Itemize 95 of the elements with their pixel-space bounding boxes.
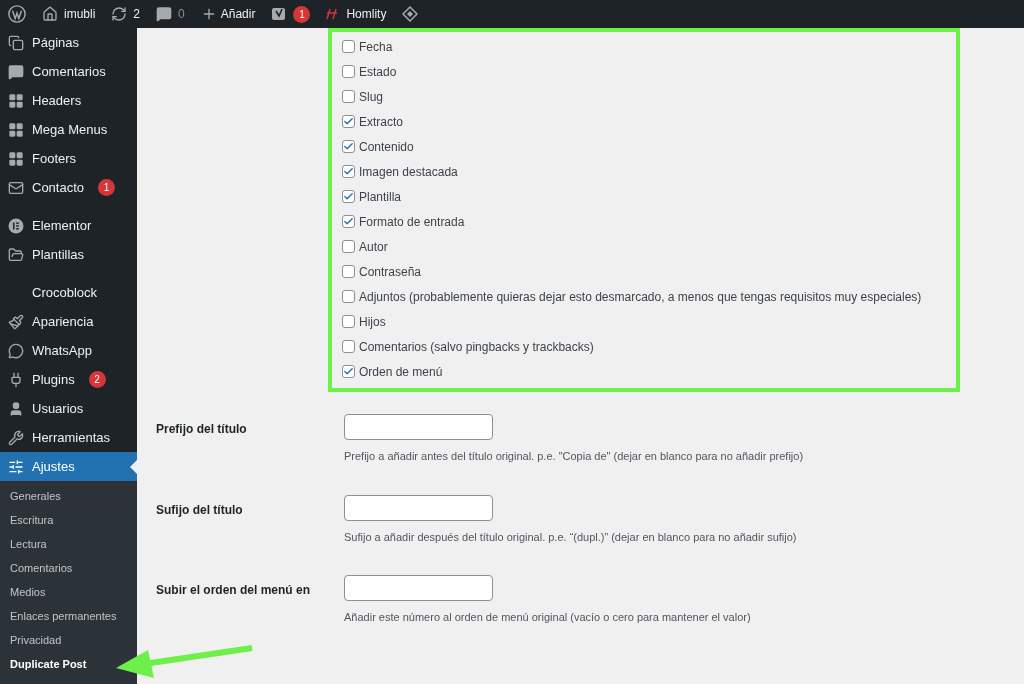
homlity-link[interactable]: Homlity (326, 5, 387, 23)
diamond-icon[interactable] (402, 6, 419, 22)
check-icon (343, 166, 354, 177)
checkbox[interactable] (342, 190, 355, 203)
menu-item[interactable]: Apariencia (0, 307, 137, 336)
checkbox[interactable] (342, 240, 355, 253)
field-label: Subir el orden del menú en (156, 582, 312, 599)
checkbox-label: Formato de entrada (359, 213, 465, 231)
checkbox-label: Orden de menú (359, 363, 443, 381)
checkbox-label: Comentarios (salvo pingbacks y trackbacks) (359, 338, 594, 356)
check-icon (343, 366, 354, 377)
grid-icon (8, 150, 24, 167)
field-description: Prefijo a añadir antes del título original. p.e. "Copia de" (dejar en blanco para no añadir prefijo) (344, 449, 804, 464)
yoast-icon[interactable] (271, 6, 288, 22)
menu-item[interactable]: WhatsApp (0, 336, 137, 365)
submenu-item[interactable]: Comentarios (0, 556, 83, 580)
plug-icon (8, 371, 24, 388)
submenu-item[interactable]: Medios (0, 580, 56, 604)
checkbox-label: Adjuntos (probablemente quieras dejar esto desmarcado, a menos que tengas requisitos muy especiales) (359, 288, 922, 306)
menu-item[interactable]: Plantillas (0, 240, 137, 269)
submenu-item[interactable]: Generales (0, 484, 71, 508)
checkbox-label: Estado (359, 63, 397, 81)
checkbox-label: Autor (359, 238, 388, 256)
home-icon (42, 6, 58, 22)
field-label: Sufijo del título (156, 501, 244, 519)
folder-icon (8, 246, 24, 263)
check-icon (343, 191, 354, 202)
count-badge: 1 (293, 5, 311, 23)
checkbox[interactable] (342, 290, 355, 303)
site-link[interactable]: imubli (42, 5, 96, 23)
menu-item[interactable]: Footers (0, 144, 137, 173)
checkbox[interactable] (342, 165, 355, 178)
menu-item[interactable]: Elementor (0, 211, 137, 240)
submenu-item[interactable]: Escritura (0, 508, 64, 532)
submenu-item[interactable]: Enlaces permanentes (0, 604, 127, 628)
checkbox-label: Plantilla (359, 188, 402, 206)
checkbox-label: Hijos (359, 313, 386, 331)
slash-logo-icon (326, 8, 339, 20)
user-icon (8, 400, 24, 417)
field-description: Sufijo a añadir después del título original. p.e. “(dupl.)” (dejar en blanco para no añadir sufijo) (344, 529, 797, 545)
check-icon (343, 216, 354, 227)
checkbox[interactable] (342, 40, 355, 53)
speech-bubble-icon (156, 6, 173, 22)
check-icon (343, 116, 354, 127)
checkbox[interactable] (342, 65, 355, 78)
grid-icon (8, 92, 24, 109)
menu-item[interactable]: Plugins 2 (0, 365, 137, 394)
menu-item[interactable]: Headers (0, 86, 137, 115)
checkbox[interactable] (342, 115, 355, 128)
envelope-icon (8, 179, 24, 196)
text-field[interactable] (344, 494, 493, 521)
wordpress-logo-icon[interactable] (8, 5, 26, 23)
checkbox-label: Fecha (359, 38, 393, 56)
grid-icon (8, 121, 24, 138)
checkbox[interactable] (342, 365, 355, 378)
count-badge: 1 (98, 179, 116, 196)
pages-icon (8, 34, 24, 51)
wrench-icon (8, 429, 24, 446)
comments-link[interactable]: 0 (156, 5, 185, 23)
checkbox-label: Contraseña (359, 263, 422, 281)
menu-item[interactable]: Mega Menus (0, 115, 137, 144)
menu-item[interactable]: Usuarios (0, 394, 137, 423)
menu-item[interactable]: Ajustes (0, 452, 137, 481)
checkbox[interactable] (342, 265, 355, 278)
new-link[interactable]: Añadir (200, 5, 256, 23)
check-icon (343, 141, 354, 152)
checkbox-label: Extracto (359, 113, 403, 131)
checkbox[interactable] (342, 340, 355, 353)
elementor-icon (8, 217, 24, 234)
chat-bubble-icon (8, 342, 24, 359)
speech-bubble-icon (8, 63, 24, 80)
checkbox[interactable] (342, 140, 355, 153)
menu-item[interactable]: Contacto 1 (0, 173, 137, 202)
field-description: Añadir este número al orden de menú original (vacío o cero para mantener el valor) (344, 610, 751, 625)
menu-item[interactable]: Páginas (0, 28, 137, 57)
checkbox-label: Slug (359, 88, 384, 106)
text-field[interactable] (344, 414, 493, 440)
checkbox[interactable] (342, 215, 355, 228)
count-badge: 2 (88, 371, 106, 388)
refresh-icon (111, 6, 128, 22)
checkbox-label: Contenido (359, 138, 414, 156)
menu-item[interactable]: Herramientas (0, 423, 137, 452)
brush-icon (8, 313, 24, 330)
field-label: Prefijo del título (156, 421, 248, 438)
checkbox[interactable] (342, 90, 355, 103)
submenu-item[interactable]: Lectura (0, 532, 57, 556)
menu-item[interactable]: Comentarios (0, 57, 137, 86)
checkbox-label: Imagen destacada (359, 163, 458, 181)
submenu-item[interactable]: Privacidad (0, 628, 72, 652)
checkbox[interactable] (342, 315, 355, 328)
updates-link[interactable]: 2 (111, 5, 141, 23)
settings-icon (8, 458, 24, 475)
submenu-item[interactable]: Duplicate Post (0, 652, 97, 676)
menu-item[interactable]: Crocoblock (0, 278, 137, 307)
text-field[interactable] (344, 575, 493, 601)
